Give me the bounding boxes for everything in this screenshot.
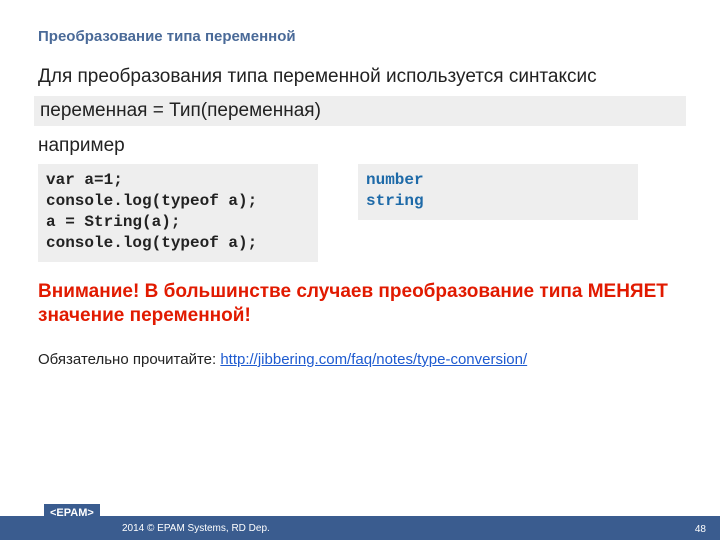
reading-note: Обязательно прочитайте: http://jibbering… — [38, 351, 682, 368]
slide-title: Преобразование типа переменной — [38, 28, 682, 45]
code-output: number string — [358, 164, 638, 220]
example-label: например — [38, 134, 682, 159]
syntax-template: переменная = Тип(переменная) — [34, 96, 686, 126]
page-number: 48 — [695, 524, 706, 535]
code-row: var a=1; console.log(typeof a); a = Stri… — [38, 164, 682, 261]
intro-text: Для преобразования типа переменной испол… — [38, 65, 682, 90]
warning-text: Внимание! В большинстве случаев преобраз… — [38, 280, 682, 329]
note-prefix: Обязательно прочитайте: — [38, 351, 220, 368]
code-sample: var a=1; console.log(typeof a); a = Stri… — [38, 164, 318, 261]
footer-copyright: 2014 © EPAM Systems, RD Dep. — [122, 523, 270, 534]
note-link[interactable]: http://jibbering.com/faq/notes/type-conv… — [220, 351, 527, 368]
footer-bar: 2014 © EPAM Systems, RD Dep. 48 — [0, 516, 720, 540]
